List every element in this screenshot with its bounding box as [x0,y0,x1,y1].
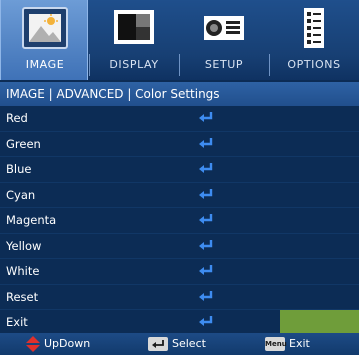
menu-item-label: Blue [6,162,32,176]
tab-display[interactable]: DISPLAY [90,0,178,80]
menu-item-magenta[interactable]: Magenta [0,208,359,234]
tab-options[interactable]: OPTIONS [270,0,358,80]
enter-icon[interactable] [198,137,214,151]
menu-key-icon: Menu [265,337,287,351]
tab-options-label: OPTIONS [287,58,341,71]
enter-icon[interactable] [198,264,214,278]
menu-item-label: Red [6,111,28,125]
breadcrumb: IMAGE | ADVANCED | Color Settings [0,82,359,106]
tab-setup[interactable]: SETUP [180,0,268,80]
menu-item-label: Exit [6,315,28,329]
select-hint: Select [148,333,206,355]
menu-item-label: Cyan [6,187,36,202]
options-checklist-icon [304,8,324,48]
menu-item-white[interactable]: White [0,259,359,285]
menu-item-yellow[interactable]: Yellow [0,234,359,259]
image-landscape-icon [22,7,68,49]
menu-item-red[interactable]: Red [0,106,359,132]
menu-item-label: Reset [6,289,39,304]
updown-arrow-icon [26,336,40,352]
tab-display-label: DISPLAY [109,58,159,71]
menu-item-cyan[interactable]: Cyan [0,183,359,208]
exit-label: Exit [289,337,310,350]
selection-highlight [280,310,359,335]
tab-setup-label: SETUP [204,58,244,71]
menu-item-label: Yellow [6,238,42,253]
menu-item-exit[interactable]: Exit [0,310,359,336]
enter-icon[interactable] [198,213,214,227]
tab-image[interactable]: IMAGE [0,0,88,80]
exit-hint: Menu Exit [265,333,310,355]
menu-item-label: White [6,264,40,278]
menu-item-reset[interactable]: Reset [0,285,359,310]
enter-icon[interactable] [198,290,214,304]
menu-item-label: Green [6,136,41,151]
tab-image-label: IMAGE [25,58,65,71]
menu-item-label: Magenta [6,213,57,227]
updown-hint: UpDown [26,333,90,355]
menu-item-blue[interactable]: Blue [0,157,359,183]
enter-icon[interactable] [198,111,214,125]
enter-icon[interactable] [198,188,214,202]
projector-setup-icon [204,16,244,40]
updown-label: UpDown [44,337,91,350]
menu-item-green[interactable]: Green [0,132,359,157]
select-label: Select [172,337,206,350]
display-icon [114,10,154,44]
color-settings-menu: Red Green Blue Cyan Magenta Yellow White… [0,106,359,336]
key-hint-footer: UpDown Select Menu Exit [0,333,359,355]
enter-key-icon [148,337,168,351]
enter-icon[interactable] [198,239,214,253]
enter-icon[interactable] [198,315,214,329]
enter-icon[interactable] [198,162,214,176]
top-menu-tabs: IMAGE DISPLAY SETUP OPTIONS [0,0,359,80]
